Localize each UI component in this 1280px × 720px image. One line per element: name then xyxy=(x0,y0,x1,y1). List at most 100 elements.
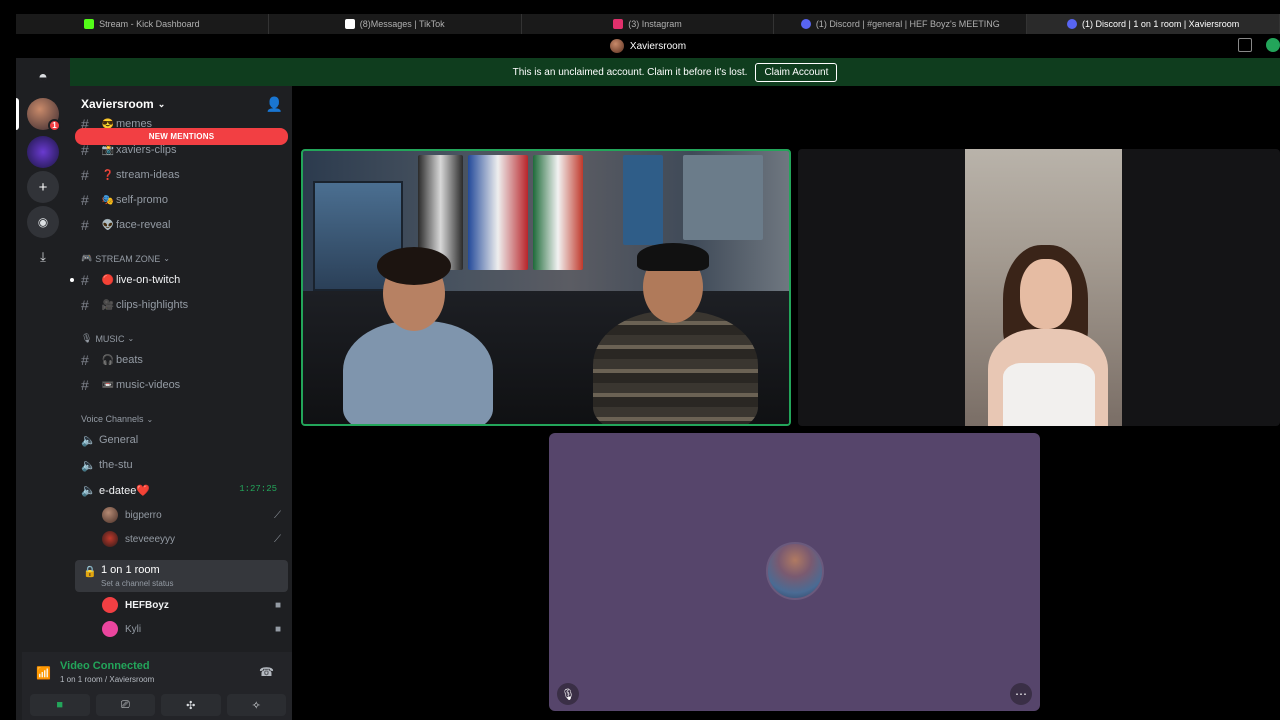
signal-icon[interactable]: 📶 xyxy=(36,666,51,680)
add-server-button[interactable]: + xyxy=(27,171,59,203)
tab-discord-room[interactable]: (1) Discord | 1 on 1 room | Xaviersroom xyxy=(1027,14,1280,34)
user-name: HEFBoyz xyxy=(125,599,169,611)
channel-name: live-on-twitch xyxy=(116,274,181,286)
claim-account-button[interactable]: Claim Account xyxy=(755,62,838,82)
channel-face-reveal[interactable]: # 👽 face-reveal xyxy=(75,214,288,236)
channel-name: stream-ideas xyxy=(116,169,180,181)
compass-icon: ◉ xyxy=(37,215,49,229)
channel-name: music-videos xyxy=(116,379,181,391)
mention-badge: 1 xyxy=(48,119,61,132)
channel-name: General xyxy=(99,434,139,446)
channel-name: the-stu xyxy=(99,459,133,471)
channel-clips-highlights[interactable]: # 🎥 clips-highlights xyxy=(75,294,288,316)
channel-xaviers-clips[interactable]: # 📸 xaviers-clips xyxy=(75,139,288,161)
voice-user-bigperro[interactable]: bigperro ⟋ xyxy=(102,504,288,526)
voice-channel-e-datee[interactable]: 🔈 e-datee❤️ 1:27:25 xyxy=(75,479,288,501)
mic-muted-icon: ⟋ xyxy=(274,509,281,521)
voice-user-hefboyz[interactable]: HEFBoyz ■ xyxy=(102,594,288,616)
category-emoji: 🎮 xyxy=(81,253,93,263)
voice-channel-general[interactable]: 🔈 General xyxy=(75,429,288,451)
channel-emoji: 📼 xyxy=(101,379,115,391)
channel-name: e-datee❤️ xyxy=(99,484,151,497)
more-options-button[interactable]: ⋯ xyxy=(1010,683,1032,705)
user-name: bigperro xyxy=(125,509,162,521)
channel-emoji: 👽 xyxy=(101,219,115,231)
mic-off-icon: 🎙 xyxy=(561,688,575,701)
tab-discord-general[interactable]: (1) Discord | #general | HEF Boyz's MEET… xyxy=(774,14,1028,34)
participant-avatar xyxy=(766,542,824,600)
tiktok-icon xyxy=(344,19,355,29)
screen-share-icon[interactable] xyxy=(1238,38,1252,52)
voice-user-kyli[interactable]: Kyli ■ xyxy=(102,618,288,640)
hash-icon: # xyxy=(81,217,89,233)
participant-avatar-tile[interactable]: 🎙 ⋯ xyxy=(549,433,1040,711)
channel-self-promo[interactable]: # 🎭 self-promo xyxy=(75,189,288,211)
voice-connection-panel: 📶 Video Connected 1 on 1 room / Xaviersr… xyxy=(22,652,292,720)
disconnect-icon[interactable]: ☎ xyxy=(259,665,274,679)
tab-instagram[interactable]: (3) Instagram xyxy=(522,14,775,34)
channel-music-videos[interactable]: # 📼 music-videos xyxy=(75,374,288,396)
camera-icon: ■ xyxy=(56,699,64,711)
voice-channel-1-on-1-room[interactable]: 🔒 1 on 1 room Set a channel status xyxy=(75,560,288,592)
video-tile-speaking[interactable] xyxy=(301,149,791,426)
camera-icon: ■ xyxy=(274,623,281,635)
hash-icon: # xyxy=(81,352,89,368)
channel-beats[interactable]: # 🎧 beats xyxy=(75,349,288,371)
help-icon[interactable] xyxy=(1266,38,1280,52)
speaker-icon: 🔈 xyxy=(81,433,96,447)
tab-label: (8)Messages | TikTok xyxy=(359,19,445,29)
channel-stream-ideas[interactable]: # ❓ stream-ideas xyxy=(75,164,288,186)
discord-window: Stream - Kick Dashboard (8)Messages | Ti… xyxy=(0,0,1280,720)
user-name: steveeeyyy xyxy=(125,533,176,545)
video-person-left xyxy=(343,321,493,424)
window-title-bar: Xaviersroom xyxy=(16,34,1280,58)
tab-kick[interactable]: Stream - Kick Dashboard xyxy=(16,14,269,34)
server-avatar xyxy=(609,39,624,53)
video-person-right xyxy=(593,311,758,424)
channel-emoji: 🎧 xyxy=(101,354,115,366)
discover-button[interactable]: ◉ xyxy=(27,206,59,238)
tab-tiktok[interactable]: (8)Messages | TikTok xyxy=(269,14,522,34)
ellipsis-icon: ⋯ xyxy=(1015,687,1027,701)
mic-muted-button[interactable]: 🎙 xyxy=(557,683,579,705)
server-hef-boyz[interactable] xyxy=(27,136,59,168)
video-tile-participant[interactable] xyxy=(798,149,1280,426)
discord-home-button[interactable]: ◓ xyxy=(27,62,59,94)
video-cap-right xyxy=(637,243,709,271)
category-music[interactable]: 🎙 MUSIC ⌄ xyxy=(81,333,134,344)
window-title: Xaviersroom xyxy=(629,40,687,52)
soundboard-button[interactable]: ✧ xyxy=(226,694,286,716)
voice-status-title[interactable]: Video Connected xyxy=(60,660,150,672)
server-xaviersroom[interactable]: 1 xyxy=(27,98,61,132)
channel-live-on-twitch[interactable]: # 🔴 live-on-twitch xyxy=(70,269,288,291)
channel-status[interactable]: Set a channel status xyxy=(101,579,174,588)
speaker-icon: 🔈 xyxy=(81,483,96,497)
server-rail: ◓ 1 + ◉ ⤓ xyxy=(16,58,70,720)
discord-icon xyxy=(800,19,811,29)
voice-user-steveeeyyy[interactable]: steveeeyyy ⟋ xyxy=(102,528,288,550)
channel-sidebar: Xaviersroom ⌄ 👤 # 😎 memes NEW MENTIONS #… xyxy=(70,86,292,720)
kick-icon xyxy=(84,19,95,29)
hash-icon: # xyxy=(81,297,89,313)
screen-share-button[interactable]: ⎚ xyxy=(95,694,155,716)
hash-icon: # xyxy=(81,167,89,183)
category-voice-channels[interactable]: Voice Channels ⌄ xyxy=(81,414,153,424)
hash-icon: # xyxy=(81,272,89,288)
voice-status-subtitle[interactable]: 1 on 1 room / Xaviersroom xyxy=(60,675,154,684)
add-member-icon[interactable]: 👤 xyxy=(266,96,283,113)
lock-icon: 🔒 xyxy=(83,566,97,578)
category-stream-zone[interactable]: 🎮 STREAM ZONE ⌄ xyxy=(81,253,170,264)
channel-name: self-promo xyxy=(116,194,168,206)
category-emoji: 🎙 xyxy=(81,333,93,343)
chevron-down-icon: ⌄ xyxy=(163,254,170,263)
unread-indicator xyxy=(70,278,74,282)
speaker-icon: 🔈 xyxy=(81,458,96,472)
server-name: Xaviersroom xyxy=(81,97,154,111)
plus-icon: + xyxy=(38,178,48,196)
channel-name: xaviers-clips xyxy=(116,144,177,156)
category-label: STREAM ZONE xyxy=(95,253,161,264)
activities-button[interactable]: ✣ xyxy=(161,694,221,716)
voice-channel-the-stu[interactable]: 🔈 the-stu xyxy=(75,454,288,476)
camera-button[interactable]: ■ xyxy=(30,694,90,716)
download-apps-button[interactable]: ⤓ xyxy=(27,241,59,273)
